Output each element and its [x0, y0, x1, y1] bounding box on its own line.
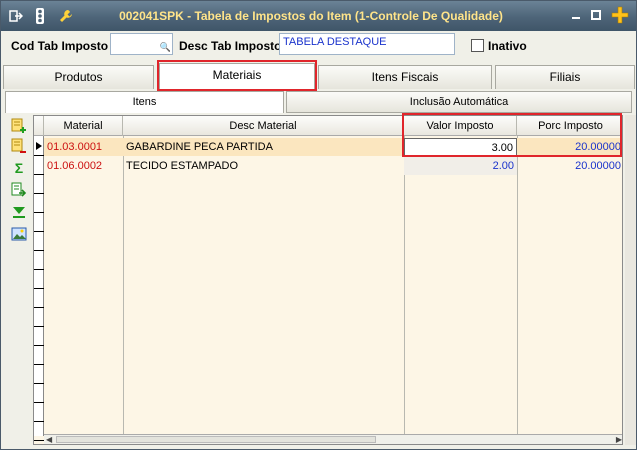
cell-desc-material[interactable]: TECIDO ESTAMPADO — [123, 157, 404, 175]
column-header-porc-imposto[interactable]: Porc Imposto — [517, 116, 622, 136]
cell-desc-material[interactable]: GABARDINE PECA PARTIDA — [123, 138, 404, 156]
horizontal-scrollbar[interactable]: ◀ ▶ — [44, 434, 622, 444]
tab-filiais[interactable]: Filiais — [495, 65, 635, 89]
column-divider — [517, 136, 518, 436]
row-indicator-line — [34, 421, 44, 422]
export-icon[interactable] — [10, 181, 28, 199]
filter-down-icon[interactable] — [10, 203, 28, 221]
desc-tab-imposto-input[interactable]: TABELA DESTAQUE — [279, 33, 455, 55]
subtab-itens[interactable]: Itens — [5, 91, 284, 113]
column-header-valor-imposto[interactable]: Valor Imposto — [404, 116, 517, 136]
row-indicator-line — [34, 383, 44, 384]
row-indicator-line — [34, 231, 44, 232]
grid-header: Material Desc Material Valor Imposto Por… — [34, 116, 622, 136]
cell-material[interactable]: 01.03.0001 — [44, 138, 123, 156]
column-divider — [404, 136, 405, 436]
sum-icon[interactable]: Σ — [10, 159, 28, 177]
lookup-icon[interactable]: 🔍 — [160, 42, 171, 53]
row-indicator-line — [34, 345, 44, 346]
traffic-light-icon[interactable] — [31, 8, 49, 24]
image-icon[interactable] — [10, 225, 28, 243]
column-header-desc-material[interactable]: Desc Material — [123, 116, 404, 136]
add-new-icon[interactable] — [609, 6, 631, 24]
column-divider — [123, 136, 124, 436]
row-indicator-line — [34, 250, 44, 251]
table-row[interactable]: 01.03.0001 GABARDINE PECA PARTIDA 3.00 2… — [44, 138, 622, 156]
current-row-arrow-icon — [36, 142, 42, 150]
scrollbar-thumb[interactable] — [56, 436, 376, 443]
tab-itens-fiscais[interactable]: Itens Fiscais — [318, 65, 492, 89]
row-indicator-line — [34, 269, 44, 270]
cell-valor-imposto-editor[interactable]: 3.00 — [404, 138, 517, 156]
row-indicator-line — [34, 174, 44, 175]
row-indicator-line — [34, 402, 44, 403]
row-indicator-line — [34, 193, 44, 194]
tab-produtos[interactable]: Produtos — [3, 65, 154, 89]
column-header-material[interactable]: Material — [44, 116, 123, 136]
minimize-button[interactable] — [567, 7, 585, 23]
subtab-inclusao-automatica[interactable]: Inclusão Automática — [286, 91, 632, 113]
window-title: 002041SPK - Tabela de Impostos do Item (… — [119, 9, 503, 23]
scroll-right-icon[interactable]: ▶ — [616, 435, 622, 444]
cod-tab-imposto-label: Cod Tab Imposto — [11, 39, 109, 53]
row-indicator-column — [34, 136, 44, 441]
row-indicator-line — [34, 364, 44, 365]
desc-tab-imposto-label: Desc Tab Imposto — [179, 39, 282, 53]
table-row[interactable]: 01.06.0002 TECIDO ESTAMPADO 2.00 20.0000… — [44, 157, 622, 175]
header-indicator — [34, 116, 44, 136]
cell-material[interactable]: 01.06.0002 — [44, 157, 123, 175]
row-indicator-line — [34, 212, 44, 213]
scroll-left-icon[interactable]: ◀ — [46, 435, 52, 444]
cell-valor-imposto[interactable]: 2.00 — [404, 157, 517, 175]
main-window: 002041SPK - Tabela de Impostos do Item (… — [0, 0, 637, 450]
row-indicator-line — [34, 155, 44, 156]
remove-item-icon[interactable] — [10, 137, 28, 155]
cod-tab-imposto-input[interactable]: 🔍 — [110, 33, 173, 55]
cell-porc-imposto[interactable]: 20.00000 — [517, 157, 622, 175]
title-bar: 002041SPK - Tabela de Impostos do Item (… — [1, 1, 636, 31]
row-indicator-line — [34, 440, 44, 441]
add-item-icon[interactable] — [10, 117, 28, 135]
row-indicator-line — [34, 307, 44, 308]
row-indicator-line — [34, 288, 44, 289]
maximize-button[interactable] — [587, 7, 605, 23]
row-indicator-line — [34, 326, 44, 327]
exit-icon[interactable] — [7, 8, 25, 24]
tab-materiais[interactable]: Materiais — [159, 63, 315, 89]
cell-porc-imposto[interactable]: 20.00000 — [517, 138, 622, 156]
materials-grid: Material Desc Material Valor Imposto Por… — [33, 115, 623, 445]
vertical-scroll-strip[interactable] — [625, 115, 636, 445]
inativo-checkbox[interactable] — [471, 39, 484, 52]
inativo-label: Inativo — [488, 39, 527, 53]
wrench-icon[interactable] — [57, 8, 75, 24]
